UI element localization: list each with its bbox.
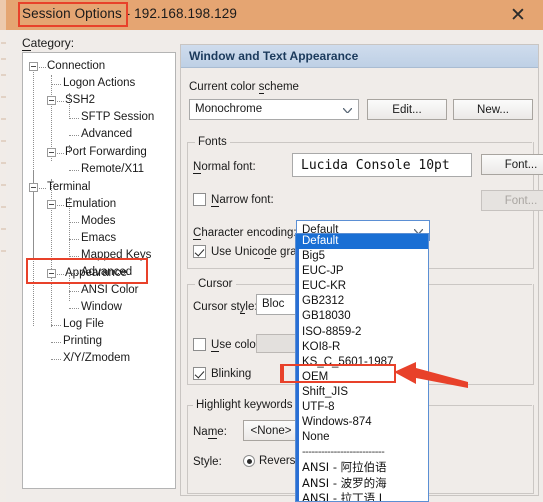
tree-item-sftp-session[interactable]: SFTP Session	[81, 109, 154, 126]
category-label: Category:	[22, 36, 75, 51]
encoding-option-utf-8[interactable]: UTF-8	[296, 400, 428, 415]
highlight-name-value: <None>	[250, 424, 292, 437]
new-scheme-label: New...	[477, 103, 509, 116]
narrow-font-button-label: Font...	[504, 194, 538, 207]
tree-guide	[57, 101, 64, 103]
encoding-option-default[interactable]: Default	[296, 234, 428, 250]
encoding-option-none[interactable]: None	[296, 430, 428, 445]
encoding-option-big5[interactable]: Big5	[296, 249, 428, 264]
tree-guide	[39, 188, 46, 190]
tree-guide	[69, 135, 79, 137]
tree-item-ssh2-advanced[interactable]: Advanced	[81, 126, 132, 143]
tree-guide	[69, 118, 79, 120]
tree-item-emacs[interactable]: Emacs	[81, 230, 116, 247]
tree-item-logon-actions[interactable]: Logon Actions	[63, 75, 135, 92]
tree-guide	[51, 325, 61, 327]
encoding-option-windows-874[interactable]: Windows-874	[296, 415, 428, 430]
tree-item-remote-x11[interactable]: Remote/X11	[81, 161, 144, 178]
color-scheme-label: Current color scheme	[189, 81, 299, 94]
use-color-checkbox[interactable]	[193, 338, 206, 351]
encoding-option-iso-8859-2[interactable]: ISO-8859-2	[296, 325, 428, 340]
tree-guide	[39, 67, 46, 69]
tree-guide	[57, 153, 64, 155]
tree-item-printing[interactable]: Printing	[63, 333, 102, 350]
tree-guide	[51, 359, 61, 361]
close-icon[interactable]: ✕	[503, 4, 533, 26]
tree-item-log-file[interactable]: Log File	[63, 316, 104, 333]
normal-font-display: Lucida Console 10pt	[292, 153, 472, 177]
chevron-down-icon	[343, 108, 352, 113]
tree-guide	[69, 291, 79, 293]
normal-font-value: Lucida Console 10pt	[301, 158, 450, 173]
tree-item-terminal[interactable]: Terminal	[47, 179, 90, 196]
use-color-label: Use color:	[211, 339, 263, 352]
tree-guide	[51, 342, 61, 344]
encoding-option-separator: --------------------------	[302, 446, 385, 459]
tree-guide	[33, 171, 35, 326]
encoding-option-ansi-arabic[interactable]: ANSI - 阿拉伯语	[296, 460, 428, 475]
narrow-font-button: Font...	[481, 190, 543, 211]
tree-item-modes[interactable]: Modes	[81, 213, 116, 230]
fonts-group-border	[229, 142, 532, 144]
edit-scheme-button[interactable]: Edit...	[367, 99, 447, 120]
utf8-highlight-box	[282, 364, 396, 383]
fonts-group-title: Fonts	[195, 136, 230, 148]
tree-guide	[69, 239, 79, 241]
encoding-option-ansi-baltic[interactable]: ANSI - 波罗的海	[296, 476, 428, 491]
tree-item-xyzmodem[interactable]: X/Y/Zmodem	[63, 350, 130, 367]
panel-header-title: Window and Text Appearance	[189, 49, 359, 63]
tree-guide	[69, 222, 79, 224]
tree-item-window[interactable]: Window	[81, 299, 122, 316]
session-options-dialog: Session Options - 192.168.198.129 ✕ Cate…	[6, 0, 543, 502]
cursor-style-value: Bloc	[262, 298, 285, 310]
tree-guide	[69, 170, 79, 172]
new-scheme-button[interactable]: New...	[453, 99, 533, 120]
cursor-group-title: Cursor	[195, 278, 236, 290]
red-arrow-icon	[394, 362, 468, 388]
edit-scheme-label: Edit...	[392, 103, 422, 116]
tree-item-emulation[interactable]: Emulation	[65, 196, 116, 213]
encoding-option-koi8-r[interactable]: KOI8-R	[296, 340, 428, 355]
tree-expander-terminal[interactable]	[29, 183, 38, 192]
tree-item-ssh2[interactable]: SSH2	[65, 92, 95, 109]
blinking-label: Blinking	[211, 368, 252, 380]
highlight-style-label: Style:	[193, 456, 222, 468]
panel-header: Window and Text Appearance	[181, 45, 538, 68]
tree-guide	[51, 84, 61, 86]
tree-expander-connection[interactable]	[29, 62, 38, 71]
tree-guide	[57, 205, 64, 207]
title-highlight-box	[18, 2, 128, 27]
color-scheme-value: Monochrome	[195, 103, 263, 115]
normal-font-button[interactable]: Font...	[481, 154, 543, 175]
highlight-keywords-title: Highlight keywords	[193, 399, 296, 411]
tree-guide	[69, 308, 79, 310]
highlight-style-reverse-radio[interactable]	[243, 455, 255, 467]
highlight-name-label: Name:	[193, 426, 227, 439]
dialog-titlebar[interactable]: Session Options - 192.168.198.129 ✕	[6, 0, 543, 30]
appearance-highlight-box	[26, 258, 148, 284]
encoding-option-gb18030[interactable]: GB18030	[296, 309, 428, 324]
cursor-style-label: Cursor style:	[193, 301, 258, 314]
fonts-group-border	[187, 142, 195, 144]
narrow-font-label: Narrow font:	[211, 194, 274, 207]
unicode-graphics-checkbox[interactable]	[193, 245, 206, 258]
tree-item-ansi-color[interactable]: ANSI Color	[81, 282, 139, 299]
tree-expander-port-forwarding[interactable]	[47, 148, 56, 157]
encoding-option-euc-jp[interactable]: EUC-JP	[296, 264, 428, 279]
cursor-group-border	[187, 284, 195, 286]
encoding-option-ansi-latin-i[interactable]: ANSI - 拉丁语 I	[296, 491, 428, 501]
normal-font-button-label: Font...	[504, 158, 538, 171]
encoding-option-gb2312[interactable]: GB2312	[296, 294, 428, 309]
encoding-option-euc-kr[interactable]: EUC-KR	[296, 279, 428, 294]
tree-expander-ssh2[interactable]	[47, 96, 56, 105]
highlight-name-button[interactable]: <None>	[243, 420, 299, 441]
character-encoding-label: Character encoding:	[193, 227, 297, 240]
tree-expander-emulation[interactable]	[47, 200, 56, 209]
normal-font-label: Normal font:	[193, 161, 256, 174]
blinking-checkbox[interactable]	[193, 367, 206, 380]
tree-item-port-forwarding[interactable]: Port Forwarding	[65, 144, 147, 161]
narrow-font-checkbox[interactable]	[193, 193, 206, 206]
tree-item-connection[interactable]: Connection	[47, 58, 105, 75]
color-scheme-combo[interactable]: Monochrome	[189, 99, 359, 120]
